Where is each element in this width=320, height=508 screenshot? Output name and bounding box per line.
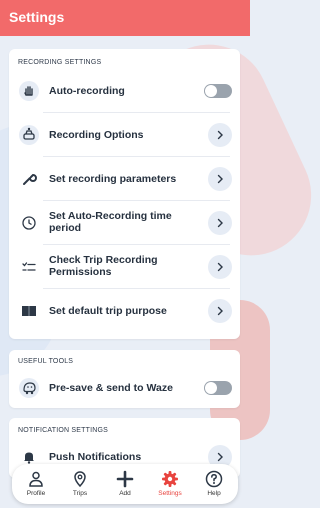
row-auto-recording-time-period[interactable]: Set Auto-Recording time period	[9, 201, 240, 245]
nav-item-help[interactable]: Help	[194, 470, 234, 502]
nav-item-profile[interactable]: Profile	[16, 470, 56, 502]
auto-recording-toggle[interactable]	[204, 84, 232, 98]
gear-icon	[162, 471, 178, 487]
chevron-right-icon[interactable]	[208, 211, 232, 235]
section-title-tools: USEFUL TOOLS	[18, 358, 74, 365]
useful-tools-card: USEFUL TOOLS Pre-save & send to Waze	[9, 350, 240, 408]
section-title-notifications: NOTIFICATION SETTINGS	[18, 427, 109, 434]
plus-icon	[116, 470, 134, 488]
toggle-knob	[205, 382, 217, 394]
clock-settings-icon	[19, 213, 39, 233]
nav-label: Add	[119, 490, 131, 497]
nav-label: Trips	[72, 490, 88, 497]
nav-label: Profile	[26, 490, 46, 497]
map-pin-icon	[74, 471, 86, 488]
chevron-right-icon[interactable]	[208, 255, 232, 279]
toggle-knob	[205, 85, 217, 97]
nav-label: Settings	[158, 490, 182, 497]
bottom-nav: Profile Trips Add Settings Help	[12, 464, 238, 504]
waze-toggle[interactable]	[204, 381, 232, 395]
person-icon	[29, 471, 43, 487]
row-label: Set recording parameters	[49, 173, 177, 185]
row-label: Set default trip purpose	[49, 305, 167, 317]
book-icon	[19, 301, 39, 321]
nav-item-trips[interactable]: Trips	[60, 470, 100, 502]
row-label: Set Auto-Recording time period	[49, 210, 172, 234]
chevron-right-icon[interactable]	[208, 123, 232, 147]
recording-settings-card: RECORDING SETTINGS Auto-recording Record…	[9, 49, 240, 339]
nav-item-add[interactable]: Add	[105, 470, 145, 502]
page-title: Settings	[9, 9, 65, 25]
nav-label: Help	[207, 490, 221, 497]
row-recording-parameters[interactable]: Set recording parameters	[9, 157, 240, 201]
help-icon	[205, 470, 223, 488]
wrench-icon	[19, 169, 39, 189]
row-check-permissions[interactable]: Check Trip Recording Permissions	[9, 245, 240, 289]
chevron-right-icon[interactable]	[208, 299, 232, 323]
app-header: Settings	[0, 0, 250, 36]
row-label: Recording Options	[49, 129, 144, 141]
chevron-right-icon[interactable]	[208, 167, 232, 191]
row-label: Pre-save & send to Waze	[49, 382, 173, 394]
row-recording-options[interactable]: Recording Options	[9, 113, 240, 157]
car-settings-icon	[19, 125, 39, 145]
row-auto-recording[interactable]: Auto-recording	[9, 69, 240, 113]
checklist-icon	[19, 257, 39, 277]
waze-icon	[19, 378, 39, 398]
row-default-trip-purpose[interactable]: Set default trip purpose	[9, 289, 240, 333]
nav-item-settings[interactable]: Settings	[150, 470, 190, 502]
hand-icon	[19, 81, 39, 101]
row-label: Push Notifications	[49, 451, 142, 463]
section-title-recording: RECORDING SETTINGS	[18, 59, 102, 66]
row-label: Auto-recording	[49, 85, 125, 97]
row-waze[interactable]: Pre-save & send to Waze	[9, 366, 240, 410]
row-label: Check Trip Recording Permissions	[49, 254, 158, 278]
